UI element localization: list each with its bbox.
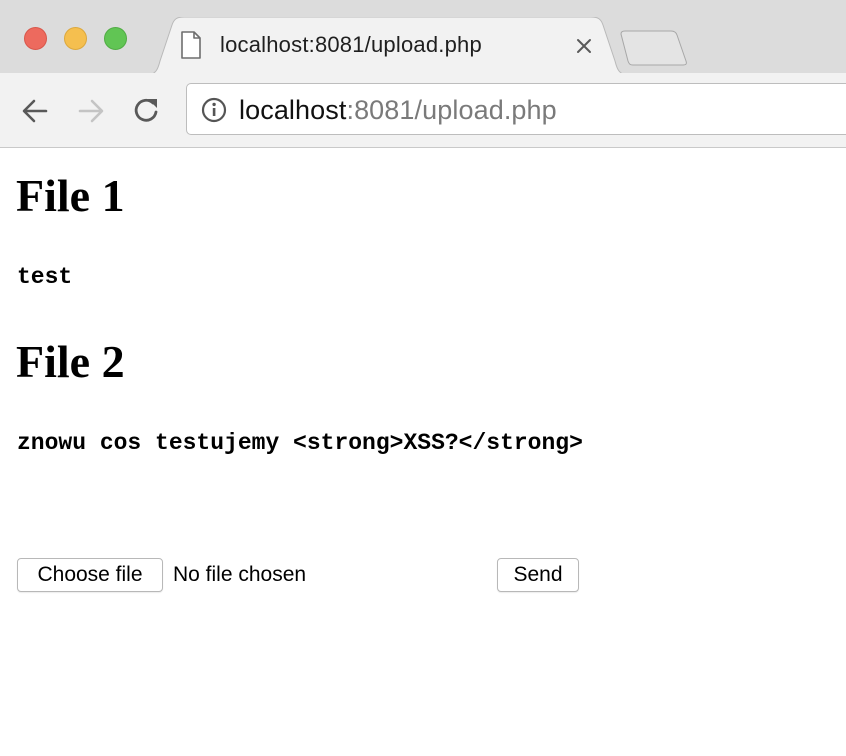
url-text: localhost:8081/upload.php: [239, 95, 557, 126]
window-close-button[interactable]: [24, 27, 47, 50]
document-icon: [181, 31, 201, 59]
page-content: File 1 test File 2 znowu cos testujemy <…: [0, 148, 846, 756]
arrow-left-icon[interactable]: [19, 95, 51, 127]
url-path: :8081/upload.php: [346, 95, 557, 125]
close-icon[interactable]: [574, 36, 594, 56]
file1-heading: File 1: [16, 170, 125, 221]
file1-content: test: [17, 264, 73, 290]
file2-content: znowu cos testujemy <strong>XSS?</strong…: [17, 430, 583, 456]
reload-icon[interactable]: [131, 95, 163, 127]
file-status-text: No file chosen: [173, 563, 307, 586]
info-icon[interactable]: [201, 97, 227, 123]
file2-heading: File 2: [16, 336, 125, 387]
new-tab-button[interactable]: [619, 30, 689, 66]
arrow-right-icon[interactable]: [75, 95, 107, 127]
browser-titlebar: localhost:8081/upload.php: [0, 0, 846, 75]
url-host: localhost: [239, 95, 347, 125]
choose-file-button[interactable]: Choose file: [17, 558, 163, 592]
browser-toolbar: localhost:8081/upload.php: [0, 73, 846, 148]
browser-tab-active[interactable]: localhost:8081/upload.php: [146, 17, 629, 75]
tab-title: localhost:8081/upload.php: [220, 32, 482, 57]
send-button[interactable]: Send: [497, 558, 579, 592]
address-bar[interactable]: localhost:8081/upload.php: [186, 83, 846, 135]
window-maximize-button[interactable]: [104, 27, 127, 50]
window-minimize-button[interactable]: [64, 27, 87, 50]
